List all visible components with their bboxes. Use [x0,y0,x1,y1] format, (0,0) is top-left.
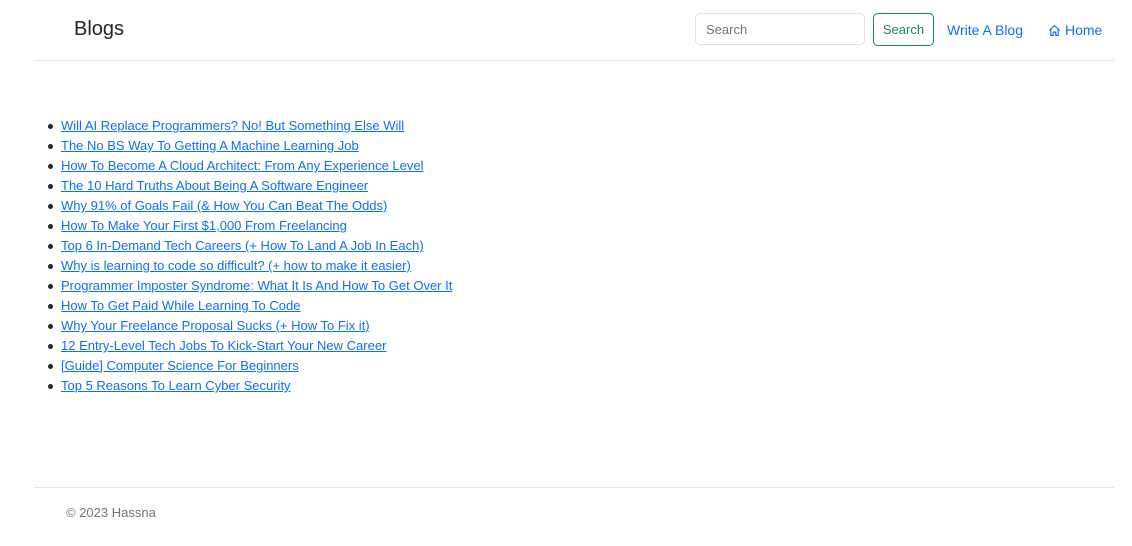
nav-write-blog-link[interactable]: Write A Blog [947,22,1023,38]
home-icon [1049,24,1060,36]
blog-link[interactable]: The 10 Hard Truths About Being A Softwar… [61,178,368,193]
blog-link[interactable]: Top 6 In-Demand Tech Careers (+ How To L… [61,238,424,253]
nav-home-link[interactable]: Home [1048,22,1102,38]
blog-link[interactable]: The No BS Way To Getting A Machine Learn… [61,138,359,153]
blog-link[interactable]: Will AI Replace Programmers? No! But Som… [61,118,404,133]
blog-link[interactable]: Why Your Freelance Proposal Sucks (+ How… [61,318,370,333]
blog-list: Will AI Replace Programmers? No! But Som… [47,116,452,396]
blog-link[interactable]: Why 91% of Goals Fail (& How You Can Bea… [61,198,387,213]
list-item: Will AI Replace Programmers? No! But Som… [47,116,452,136]
list-item: How To Get Paid While Learning To Code [47,296,452,316]
blog-link[interactable]: How To Become A Cloud Architect: From An… [61,158,424,173]
list-item: Why is learning to code so difficult? (+… [47,256,452,276]
list-item: [Guide] Computer Science For Beginners [47,356,452,376]
blog-link[interactable]: How To Make Your First $1,000 From Freel… [61,218,347,233]
list-item: Programmer Imposter Syndrome: What It Is… [47,276,452,296]
blog-link[interactable]: Programmer Imposter Syndrome: What It Is… [61,278,452,293]
blog-link[interactable]: 12 Entry-Level Tech Jobs To Kick-Start Y… [61,338,386,353]
blog-link[interactable]: Top 5 Reasons To Learn Cyber Security [61,378,291,393]
list-item: Why 91% of Goals Fail (& How You Can Bea… [47,196,452,216]
footer: © 2023 Hassna [34,487,1114,520]
list-item: Top 5 Reasons To Learn Cyber Security [47,376,452,396]
copyright-text: © 2023 Hassna [66,505,156,520]
list-item: How To Make Your First $1,000 From Freel… [47,216,452,236]
blog-link[interactable]: How To Get Paid While Learning To Code [61,298,300,313]
search-button[interactable]: Search [873,13,934,46]
list-item: How To Become A Cloud Architect: From An… [47,156,452,176]
list-item: The 10 Hard Truths About Being A Softwar… [47,176,452,196]
nav-home-label: Home [1065,22,1103,38]
search-input[interactable] [695,13,865,45]
list-item: Top 6 In-Demand Tech Careers (+ How To L… [47,236,452,256]
list-item: Why Your Freelance Proposal Sucks (+ How… [47,316,452,336]
list-item: The No BS Way To Getting A Machine Learn… [47,136,452,156]
blog-link[interactable]: [Guide] Computer Science For Beginners [61,358,299,373]
brand-title[interactable]: Blogs [74,18,124,41]
list-item: 12 Entry-Level Tech Jobs To Kick-Start Y… [47,336,452,356]
navbar: Blogs Search Write A Blog Home [34,0,1114,61]
blog-link[interactable]: Why is learning to code so difficult? (+… [61,258,411,273]
